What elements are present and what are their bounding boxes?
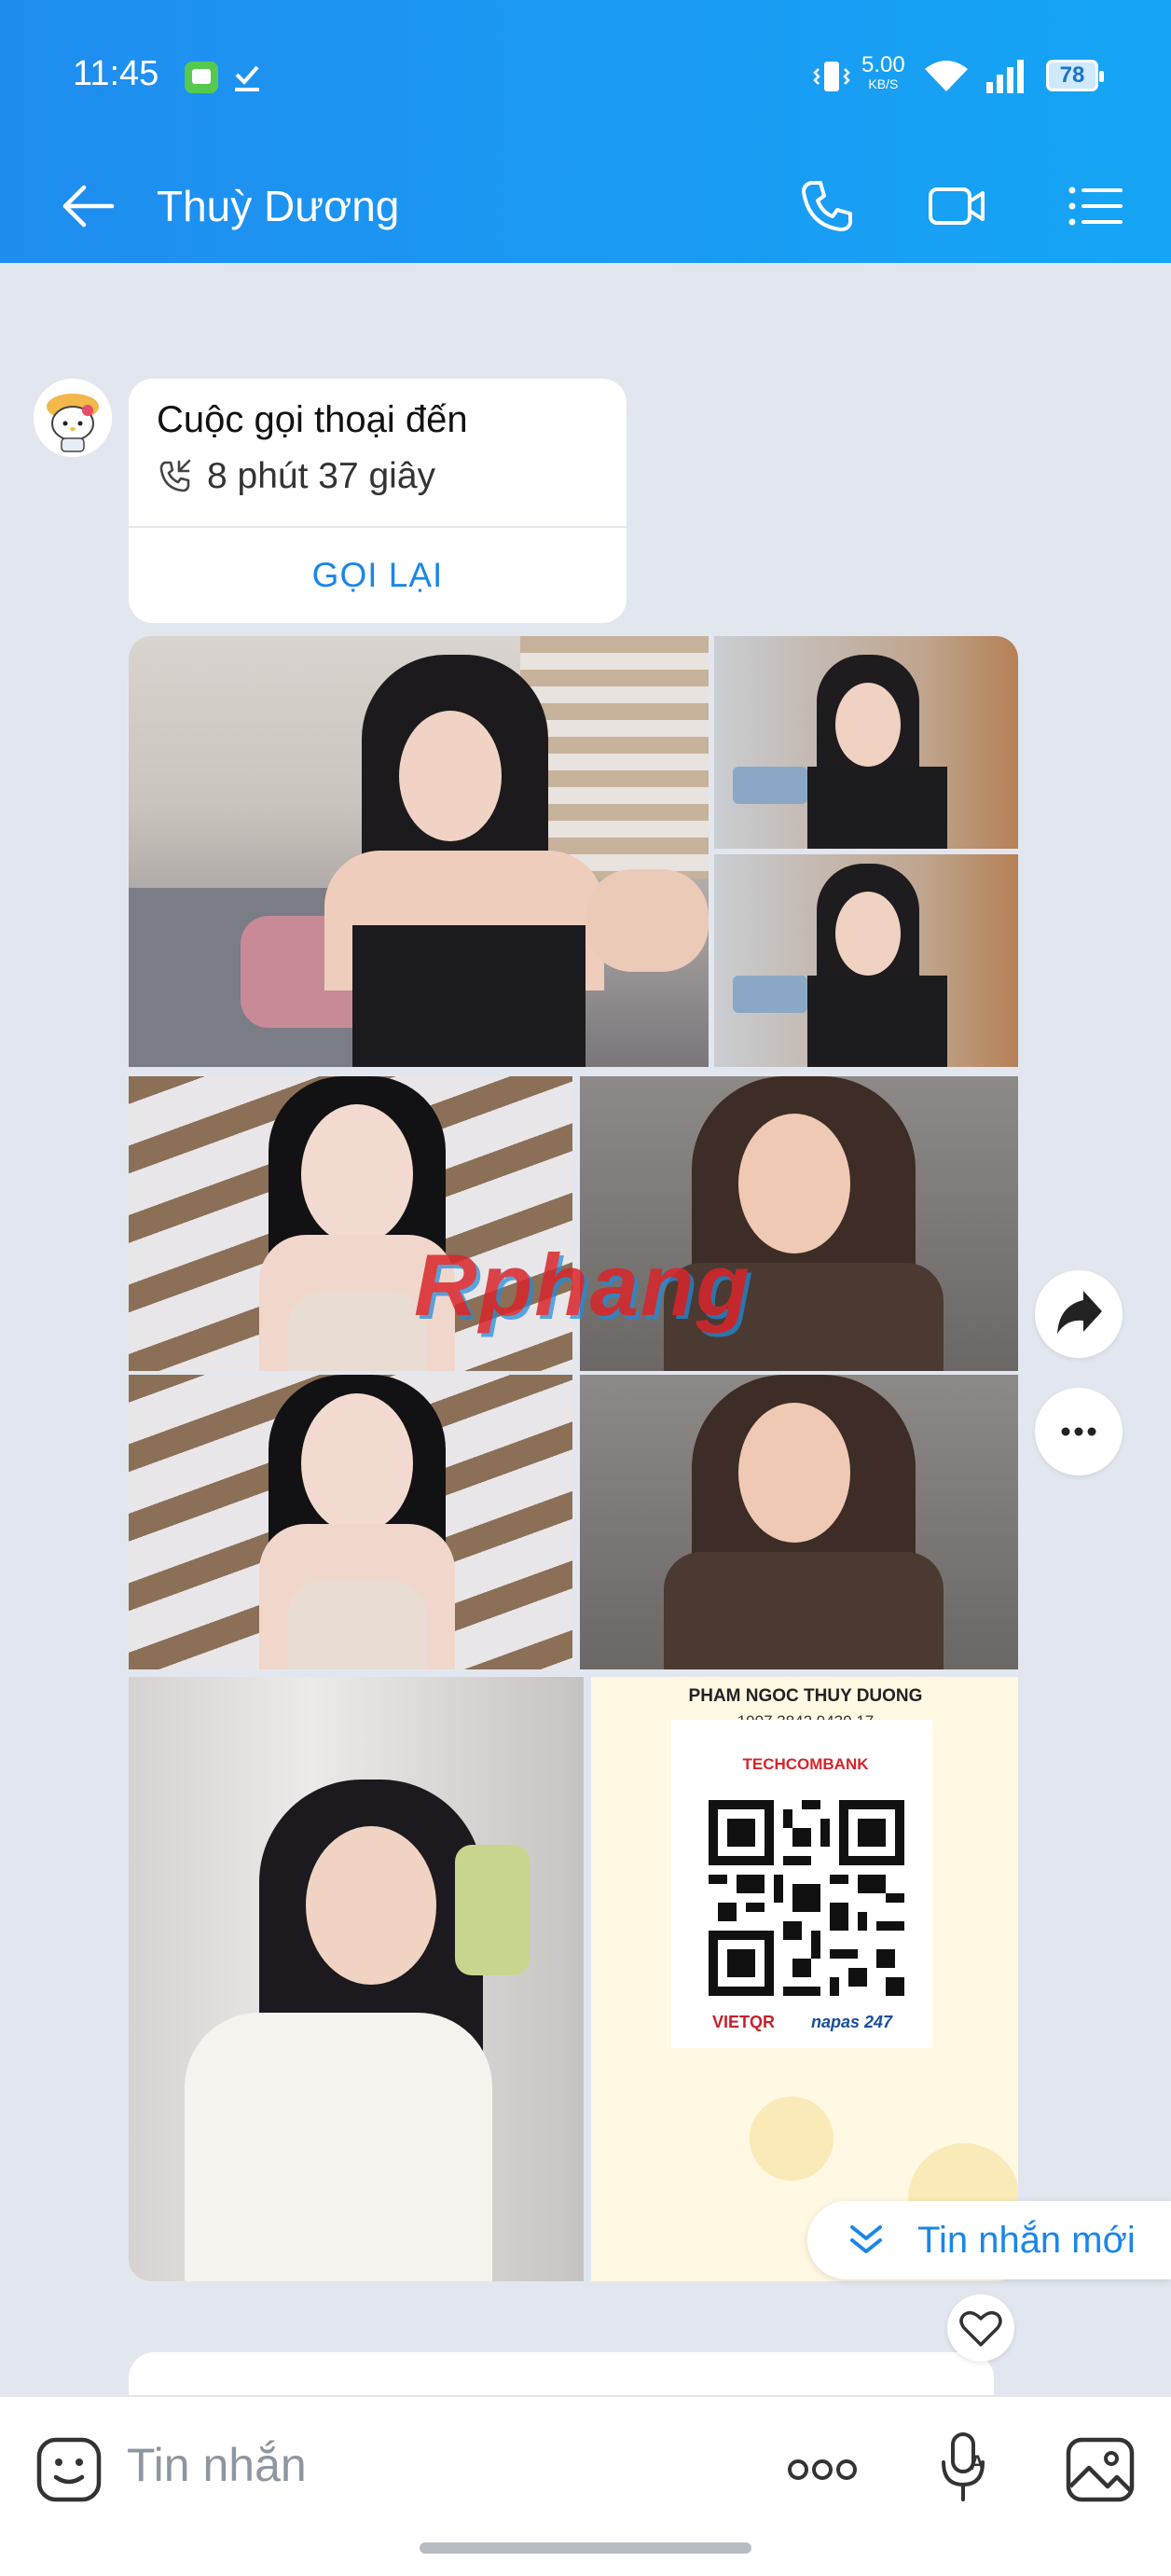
call-duration-row: 8 phút 37 giây <box>157 453 435 500</box>
photo-1[interactable] <box>129 636 709 1067</box>
forward-icon <box>1057 1291 1102 1334</box>
network-speed: 5.00 KB/S <box>861 52 905 93</box>
wifi-icon <box>925 61 968 91</box>
image-icon[interactable] <box>1063 2434 1137 2505</box>
arrow-left-icon[interactable] <box>58 175 119 237</box>
payment-qr-image[interactable]: PHAM NGOC THUY DUONG 1907 3842 9430 17 T… <box>591 1677 1018 2281</box>
qr-account-name: PHAM NGOC THUY DUONG <box>688 1686 923 1706</box>
call-duration: 8 phút 37 giây <box>207 456 436 496</box>
photo-2[interactable] <box>714 636 1018 849</box>
hello-kitty-avatar-icon <box>34 379 112 457</box>
napas-logo: napas 247 <box>811 2013 893 2031</box>
chat-area[interactable]: Cuộc gọi thoại đến 8 phút 37 giây GỌI LẠ… <box>0 263 1171 2395</box>
forward-button[interactable] <box>1035 1270 1123 1358</box>
call-title: Cuộc gọi thoại đến <box>157 399 468 440</box>
vietqr-logo: VIETQR <box>712 2013 776 2031</box>
incoming-call-icon <box>159 459 191 492</box>
message-input[interactable] <box>127 2423 761 2507</box>
network-speed-unit: KB/S <box>868 76 899 91</box>
contact-name[interactable]: Thuỳ Dương <box>157 173 399 239</box>
more-dots-icon <box>1061 1427 1096 1436</box>
chat-nav-bar: Thuỳ Dương <box>0 149 1171 263</box>
vibrate-icon <box>813 62 850 91</box>
photo-6[interactable] <box>129 1375 572 1669</box>
more-options-button[interactable] <box>1035 1388 1123 1475</box>
status-bar: 11:45 5.00 KB/S 78 <box>0 0 1171 149</box>
react-heart-button[interactable] <box>947 2294 1014 2361</box>
incoming-call-card: Cuộc gọi thoại đến 8 phút 37 giây GỌI LẠ… <box>129 379 627 623</box>
network-speed-value: 5.00 <box>861 52 905 77</box>
new-messages-label: Tin nhắn mới <box>917 2220 1136 2261</box>
watermark: Rphang <box>414 1236 751 1334</box>
more-dots-icon[interactable] <box>785 2449 860 2490</box>
voice-icon[interactable]: A <box>936 2429 992 2509</box>
battery-icon: 78 <box>1046 60 1104 91</box>
photo-7[interactable] <box>580 1375 1018 1669</box>
qr-bank-name: TECHCOMBANK <box>742 1755 869 1773</box>
coin-decoration <box>750 2097 833 2181</box>
qr-code-icon <box>709 1800 904 1996</box>
phone-icon[interactable] <box>794 173 860 239</box>
heart-icon <box>959 2311 1002 2347</box>
sticker-icon[interactable] <box>34 2434 104 2505</box>
call-back-button[interactable]: GỌI LẠI <box>129 528 627 623</box>
avatar[interactable] <box>34 379 112 457</box>
new-messages-button[interactable]: Tin nhắn mới <box>807 2201 1171 2279</box>
status-time: 11:45 <box>73 54 159 93</box>
photo-8[interactable] <box>129 1677 584 2281</box>
app-header: 11:45 5.00 KB/S 78 Thuỳ Dương <box>0 0 1171 263</box>
next-message-bubble[interactable] <box>129 2352 994 2395</box>
svg-text:A: A <box>970 2451 985 2474</box>
signal-icon <box>986 60 1024 93</box>
download-done-icon <box>235 65 259 91</box>
photo-3[interactable] <box>714 854 1018 1067</box>
home-indicator[interactable] <box>420 2542 751 2554</box>
menu-list-icon[interactable] <box>1063 173 1128 239</box>
double-chevron-down-icon <box>850 2225 882 2253</box>
messages-app-icon <box>185 62 218 93</box>
video-call-icon[interactable] <box>925 173 990 239</box>
